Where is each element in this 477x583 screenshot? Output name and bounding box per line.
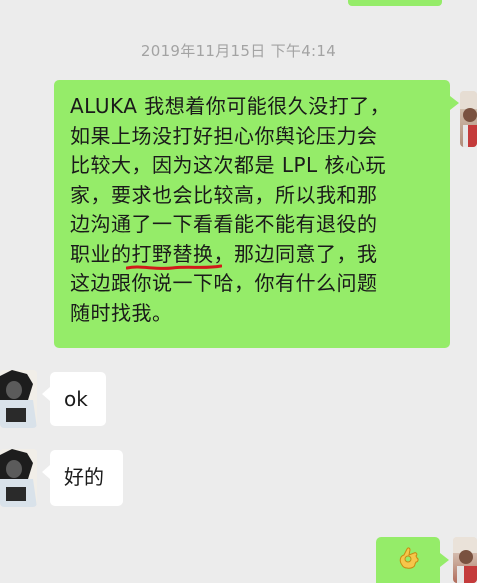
sent-emoji-bubble[interactable] — [376, 537, 449, 583]
self-avatar[interactable] — [460, 91, 477, 147]
message-line: 比较大，因为这次都是 LPL 核心玩 — [70, 153, 387, 177]
contact-avatar[interactable] — [0, 370, 37, 428]
highlighted-phrase-text: 打野替换 — [131, 241, 214, 266]
message-text-segment: 职业的 — [70, 241, 132, 266]
sent-message-text: ALUKA 我想着你可能很久没打了， 如果上场没打好担心你舆论压力会 比较大，因… — [70, 92, 442, 328]
ok-hand-emoji-icon — [396, 545, 422, 571]
message-line: 家，要求也会比较高，所以我和那 — [70, 182, 378, 207]
contact-avatar[interactable] — [0, 449, 37, 507]
message-line: 随时找我。 — [70, 300, 173, 325]
previous-sent-bubble-fragment — [348, 0, 442, 6]
message-line: 这边跟你说一下哈，你有什么问题 — [70, 271, 378, 295]
message-text-segment: ，那边同意了，我 — [213, 241, 378, 266]
sent-message-bubble[interactable]: ALUKA 我想着你可能很久没打了， 如果上场没打好担心你舆论压力会 比较大，因… — [54, 80, 459, 348]
received-message-bubble[interactable]: ok — [42, 372, 106, 426]
received-message-bubble[interactable]: 好的 — [42, 450, 123, 506]
message-line: 如果上场没打好担心你舆论压力会 — [70, 123, 378, 148]
self-avatar[interactable] — [453, 537, 477, 583]
highlighted-phrase: 打野替换 — [125, 240, 222, 270]
message-line: 边沟通了一下看看能不能有退役的 — [70, 212, 378, 236]
message-line: ALUKA 我想着你可能很久没打了， — [70, 94, 391, 118]
message-timestamp: 2019年11月15日 下午4:14 — [140, 42, 337, 60]
red-handdrawn-underline — [125, 263, 222, 271]
received-message-text: ok — [64, 387, 88, 411]
message-line-with-highlight: 职业的打野替换 ，那边同意了，我 — [70, 240, 442, 270]
received-message-text: 好的 — [64, 465, 104, 489]
